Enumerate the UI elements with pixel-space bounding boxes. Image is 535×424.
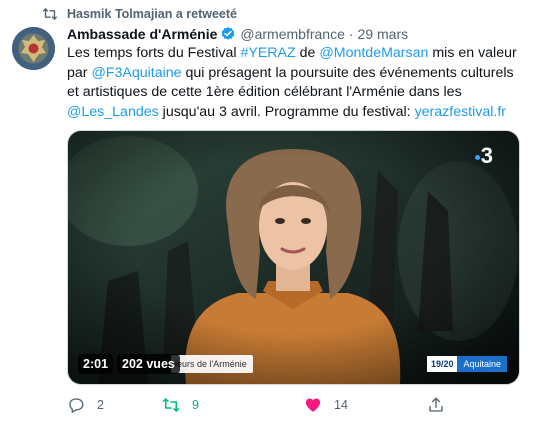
- video-player[interactable]: 3 leurs de l'Arménie 2:01 202 vues 19/20…: [67, 130, 520, 385]
- share-button[interactable]: [427, 396, 457, 414]
- text-segment: jusqu'au 3 avril. Programme du festival:: [158, 103, 415, 120]
- external-link[interactable]: yerazfestival.fr: [415, 104, 506, 120]
- retweet-icon: [42, 8, 58, 20]
- mention-link[interactable]: @MontdeMarsan: [319, 45, 428, 61]
- channel-logo: 3: [474, 143, 493, 169]
- dot-icon: [474, 154, 480, 160]
- retweet-context-text[interactable]: Hasmik Tolmajian a retweeté: [67, 7, 237, 21]
- channel-logo-text: 3: [480, 143, 493, 168]
- video-info: 2:01 202 vues: [78, 354, 180, 374]
- share-icon: [429, 397, 443, 412]
- mention-link[interactable]: @F3Aquitaine: [91, 65, 181, 81]
- retweet-button[interactable]: 9: [162, 396, 199, 414]
- retweet-icon: [162, 398, 180, 412]
- video-frame: [68, 131, 519, 384]
- tweet-text: Les temps forts du Festival #YERAZ de @M…: [67, 44, 522, 122]
- author-name[interactable]: Ambassade d'Arménie: [67, 26, 217, 42]
- author-handle[interactable]: @armembfrance: [240, 26, 344, 42]
- reply-button[interactable]: 2: [67, 396, 104, 414]
- avatar[interactable]: [12, 27, 55, 70]
- program-tag: 19/20: [426, 356, 458, 372]
- video-duration: 2:01: [78, 354, 114, 374]
- video-caption: leurs de l'Arménie: [171, 355, 253, 373]
- video-views: 202 vues: [117, 354, 180, 374]
- text-segment: de: [295, 45, 320, 61]
- verified-badge-icon: [222, 27, 235, 40]
- retweet-context: Hasmik Tolmajian a retweeté: [42, 7, 237, 21]
- reply-icon: [69, 398, 84, 413]
- retweet-count: 9: [192, 398, 199, 412]
- channel-tag: 19/20 Aquitaine: [426, 356, 507, 372]
- tweet-date[interactable]: 29 mars: [358, 26, 409, 42]
- tweet-header: Ambassade d'Arménie @armembfrance · 29 m…: [67, 26, 408, 42]
- like-button[interactable]: 14: [304, 396, 348, 414]
- like-count: 14: [334, 398, 348, 412]
- hashtag-link[interactable]: #YERAZ: [240, 45, 295, 61]
- heart-icon: [305, 398, 321, 412]
- separator-dot: ·: [348, 26, 354, 42]
- coat-of-arms-icon: [12, 27, 55, 70]
- region-tag: Aquitaine: [457, 356, 507, 372]
- reply-count: 2: [97, 398, 104, 412]
- mention-link[interactable]: @Les_Landes: [67, 104, 159, 120]
- text-segment: Les temps forts du Festival: [67, 45, 241, 61]
- tweet-actions: 2 9 14: [67, 396, 447, 416]
